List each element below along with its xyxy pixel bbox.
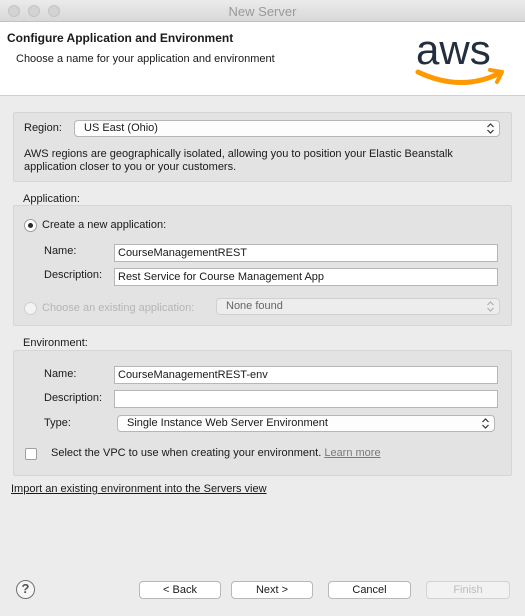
region-label: Region: <box>24 122 62 134</box>
next-button[interactable]: Next > <box>231 581 313 599</box>
cancel-button[interactable]: Cancel <box>328 581 411 599</box>
region-description-1: AWS regions are geographically isolated,… <box>24 148 453 160</box>
region-value: US East (Ohio) <box>84 122 158 134</box>
application-section-label: Application: <box>23 193 80 205</box>
window-title: New Server <box>228 4 297 19</box>
environment-type-select[interactable]: Single Instance Web Server Environment <box>117 415 495 432</box>
page-title: Configure Application and Environment <box>7 31 234 45</box>
vpc-label: Select the VPC to use when creating your… <box>51 447 381 459</box>
environment-name-label: Name: <box>44 368 77 380</box>
environment-name-input[interactable]: CourseManagementREST-env <box>114 366 498 384</box>
create-new-application-radio[interactable] <box>24 219 37 232</box>
chevron-updown-icon <box>487 123 494 134</box>
choose-existing-application-radio[interactable] <box>24 302 37 315</box>
application-description-label: Description: <box>44 269 103 281</box>
chevron-updown-icon <box>487 301 494 312</box>
environment-type-label: Type: <box>44 417 71 429</box>
environment-description-input[interactable] <box>114 390 498 408</box>
environment-section-label: Environment: <box>23 337 88 349</box>
help-icon[interactable]: ? <box>16 580 35 599</box>
aws-logo-icon: aws <box>415 26 504 85</box>
chevron-updown-icon <box>482 418 489 429</box>
back-button[interactable]: < Back <box>139 581 221 599</box>
learn-more-link[interactable]: Learn more <box>324 447 380 459</box>
wizard-header: Configure Application and Environment Ch… <box>0 22 525 96</box>
page-subtitle: Choose a name for your application and e… <box>16 53 275 65</box>
application-description-input[interactable]: Rest Service for Course Management App <box>114 268 498 286</box>
application-name-input[interactable]: CourseManagementREST <box>114 244 498 262</box>
environment-description-label: Description: <box>44 392 103 404</box>
existing-application-select[interactable]: None found <box>216 298 500 315</box>
application-name-label: Name: <box>44 245 77 257</box>
aws-logo-text: aws <box>416 26 491 73</box>
vpc-checkbox[interactable] <box>25 448 37 460</box>
finish-button[interactable]: Finish <box>426 581 510 599</box>
window-titlebar: New Server <box>0 0 525 22</box>
region-select[interactable]: US East (Ohio) <box>74 120 500 137</box>
import-environment-link[interactable]: Import an existing environment into the … <box>11 483 267 495</box>
create-new-application-label: Create a new application: <box>42 219 167 231</box>
environment-type-value: Single Instance Web Server Environment <box>127 417 328 429</box>
region-description-2: application closer to you or your custom… <box>24 161 237 173</box>
vpc-label-text: Select the VPC to use when creating your… <box>51 447 322 459</box>
choose-existing-application-label: Choose an existing application: <box>42 302 195 314</box>
existing-application-value: None found <box>226 300 283 312</box>
